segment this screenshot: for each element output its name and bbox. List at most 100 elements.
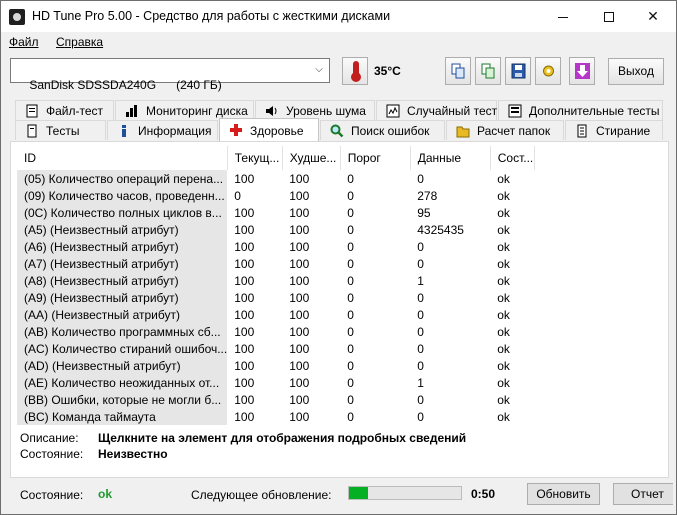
table-row[interactable]: (AD) (Неизвестный атрибут) 100 100 0 0 ok: [17, 357, 534, 374]
raw-data-cell: 0: [417, 239, 424, 254]
menu-help[interactable]: Справка: [56, 35, 103, 49]
copy-all-icon: [481, 63, 495, 79]
erase-icon: [577, 124, 587, 138]
copy-all-button[interactable]: [475, 57, 501, 85]
worst-value-cell: 100: [289, 256, 310, 271]
attribute-id-cell: (AE) Количество неожиданных от...: [17, 374, 228, 391]
smart-table-container[interactable]: ID Текущ... Худше... Порог Данные Сост..…: [17, 146, 663, 426]
options-button[interactable]: [535, 57, 561, 85]
attribute-status-cell: ok: [497, 171, 510, 186]
main-window: HD Tune Pro 5.00 - Средство для работы с…: [0, 0, 677, 515]
menu-file[interactable]: Файл: [9, 35, 39, 49]
tab-file-test[interactable]: Файл-тест: [15, 100, 114, 120]
table-row[interactable]: (09) Количество часов, проведенн... 0 100 0…: [17, 187, 534, 204]
current-value-cell: 100: [234, 341, 255, 356]
raw-data-cell: 0: [417, 341, 424, 356]
drive-select[interactable]: SanDisk SDSSDA240G (240 ГБ) ⌵: [10, 58, 330, 92]
current-value-cell: 100: [234, 409, 255, 424]
column-header-data[interactable]: Данные: [410, 146, 491, 170]
raw-data-cell: 4325435: [417, 222, 464, 237]
worst-value-cell: 100: [289, 290, 310, 305]
tab-extra-tests[interactable]: Дополнительные тесты: [498, 100, 663, 120]
table-row[interactable]: (AC) Количество стираний ошибоч... 100 100…: [17, 340, 534, 357]
tab-random-test[interactable]: Случайный тест: [376, 100, 497, 120]
table-row[interactable]: (A7) (Неизвестный атрибут) 100 100 0 0 ok: [17, 255, 534, 272]
attribute-id-cell: (AB) Количество программных сб...: [17, 323, 228, 340]
thermometer-icon: [351, 61, 361, 82]
current-value-cell: 100: [234, 273, 255, 288]
copy-button[interactable]: [445, 57, 471, 85]
close-button[interactable]: ✕: [630, 1, 676, 32]
table-row[interactable]: (A5) (Неизвестный атрибут) 100 100 0 4325435…: [17, 221, 534, 238]
tab-erase[interactable]: Стирание: [565, 120, 663, 140]
maximize-icon: [604, 12, 614, 23]
refresh-button[interactable]: Обновить: [527, 483, 600, 505]
current-value-cell: 100: [234, 222, 255, 237]
attribute-id-cell: (AC) Количество стираний ошибоч...: [17, 340, 228, 357]
threshold-cell: 0: [347, 324, 354, 339]
attribute-id-cell: (A5) (Неизвестный атрибут): [17, 221, 228, 238]
attribute-id-cell: (A7) (Неизвестный атрибут): [17, 255, 228, 272]
tab-health[interactable]: Здоровье: [219, 118, 319, 141]
temperature-button[interactable]: [342, 57, 368, 85]
raw-data-cell: 0: [417, 256, 424, 271]
worst-value-cell: 100: [289, 273, 310, 288]
worst-value-cell: 100: [289, 409, 310, 424]
save-button[interactable]: [505, 57, 531, 85]
tab-label: Поиск ошибок: [351, 124, 430, 138]
description-value: Щелкните на элемент для отображения подр…: [98, 431, 467, 445]
report-button[interactable]: Отчет: [613, 483, 673, 505]
exit-button[interactable]: Выход: [608, 58, 664, 85]
tab-noise-level[interactable]: Уровень шума: [255, 100, 375, 120]
attribute-status-cell: ok: [497, 290, 510, 305]
column-header-threshold[interactable]: Порог: [340, 146, 411, 170]
tab-info[interactable]: Информация: [107, 120, 218, 140]
table-row[interactable]: (A9) (Неизвестный атрибут) 100 100 0 0 ok: [17, 289, 534, 306]
attribute-status-cell: ok: [497, 222, 510, 237]
description-label: Описание:: [20, 431, 79, 445]
table-row[interactable]: (BC) Команда таймаута 100 100 0 0 ok: [17, 408, 534, 425]
table-row[interactable]: (BB) Ошибки, которые не могли б... 100 100…: [17, 391, 534, 408]
attribute-status-cell: ok: [497, 239, 510, 254]
tab-folder-usage[interactable]: Расчет папок: [446, 120, 564, 140]
state-label: Состояние:: [20, 447, 84, 461]
table-row[interactable]: (0C) Количество полных циклов в... 100 100…: [17, 204, 534, 221]
column-header-id[interactable]: ID: [17, 146, 228, 170]
raw-data-cell: 0: [417, 409, 424, 424]
benchmark-icon: [27, 124, 37, 138]
attribute-id-cell: (AA) (Неизвестный атрибут): [17, 306, 228, 323]
chart-icon: [126, 105, 137, 117]
speaker-icon: [266, 106, 277, 116]
worst-value-cell: 100: [289, 205, 310, 220]
column-header-current[interactable]: Текущ...: [227, 146, 283, 170]
threshold-cell: 0: [347, 375, 354, 390]
table-row[interactable]: (05) Количество операций перена... 100 100…: [17, 170, 534, 187]
attribute-status-cell: ok: [497, 256, 510, 271]
minimize-button[interactable]: [540, 1, 586, 32]
download-button[interactable]: [569, 57, 595, 85]
column-header-worst[interactable]: Худше...: [282, 146, 341, 170]
table-row[interactable]: (A8) (Неизвестный атрибут) 100 100 0 1 ok: [17, 272, 534, 289]
tab-label: Уровень шума: [286, 104, 366, 118]
tab-disk-monitor[interactable]: Мониторинг диска: [115, 100, 254, 120]
raw-data-cell: 0: [417, 290, 424, 305]
table-row[interactable]: (AE) Количество неожиданных от... 100 100 0…: [17, 374, 534, 391]
tab-label: Стирание: [596, 124, 651, 138]
table-row[interactable]: (AB) Количество программных сб... 100 100 0…: [17, 323, 534, 340]
title-bar: HD Tune Pro 5.00 - Средство для работы с…: [1, 1, 676, 32]
table-row[interactable]: (AA) (Неизвестный атрибут) 100 100 0 0 ok: [17, 306, 534, 323]
maximize-button[interactable]: [586, 1, 632, 32]
attribute-status-cell: ok: [497, 273, 510, 288]
table-row[interactable]: (A6) (Неизвестный атрибут) 100 100 0 0 ok: [17, 238, 534, 255]
attribute-status-cell: ok: [497, 409, 510, 424]
update-progress-fill: [349, 487, 368, 499]
status-value: ok: [98, 487, 113, 501]
raw-data-cell: 0: [417, 171, 424, 186]
raw-data-cell: 0: [417, 324, 424, 339]
column-header-status[interactable]: Сост...: [490, 146, 535, 170]
attribute-id-cell: (09) Количество часов, проведенн...: [17, 187, 228, 204]
tab-error-scan[interactable]: Поиск ошибок: [320, 120, 445, 140]
chevron-down-icon: ⌵: [315, 64, 323, 75]
tab-benchmark[interactable]: Тесты: [15, 120, 106, 140]
attribute-status-cell: ok: [497, 375, 510, 390]
